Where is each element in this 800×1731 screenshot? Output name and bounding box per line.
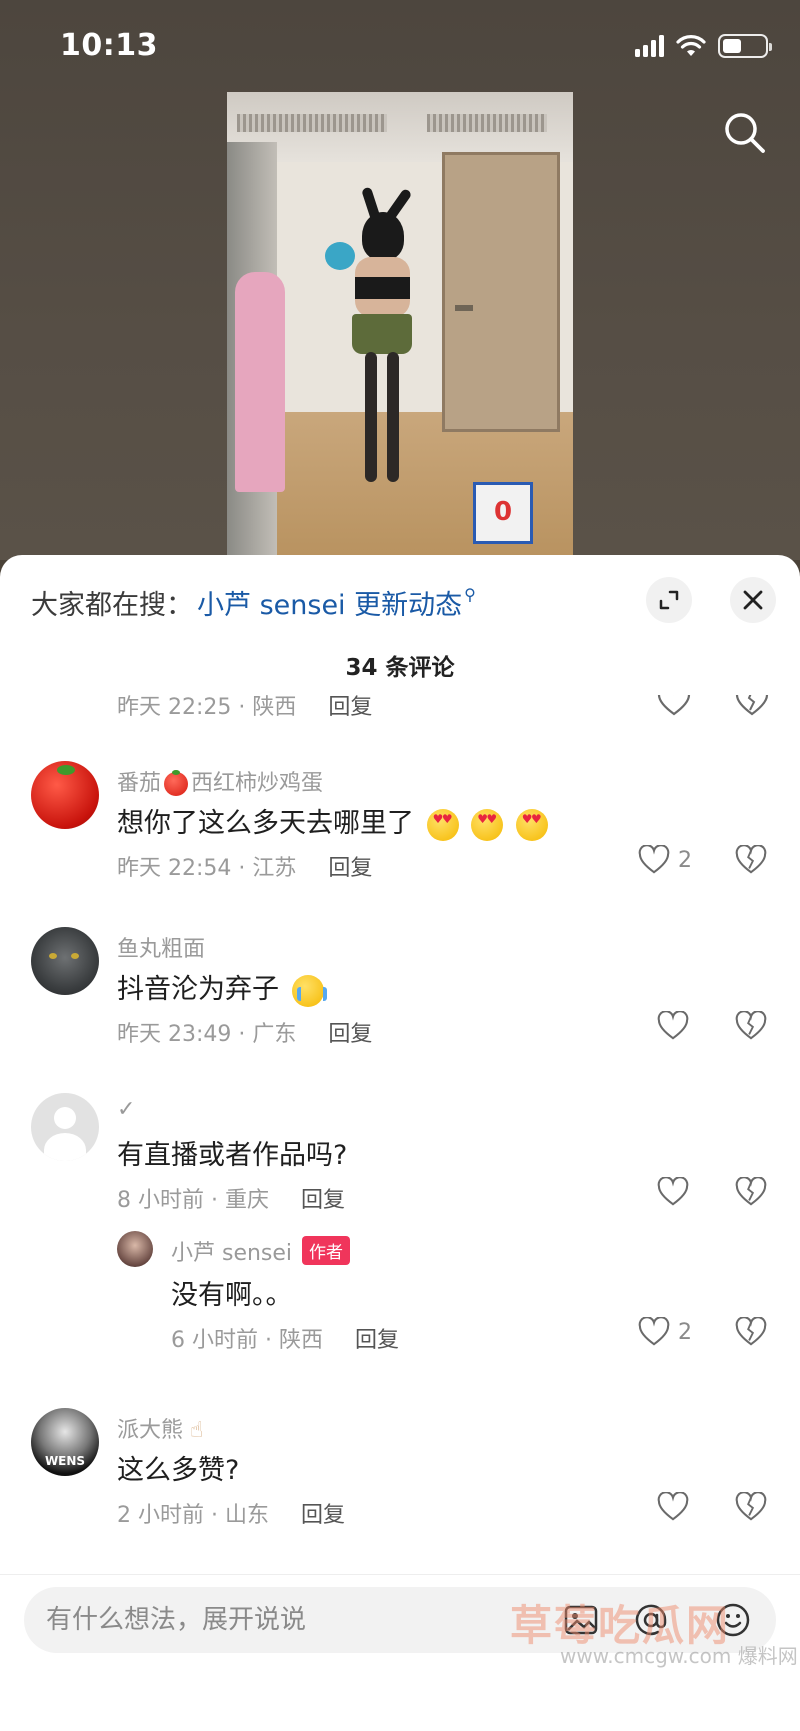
author-name: 小芦 sensei	[171, 1241, 293, 1266]
avatar[interactable]	[117, 1231, 153, 1267]
comment-item-partial: 昨天 22:25 · 陕西 回复	[0, 695, 800, 729]
crying-emoji-icon	[291, 974, 327, 1007]
comment-sheet: 大家都在搜： 小芦 sensei 更新动态 ⚲ 34 条评论 昨天 22:25 …	[0, 555, 800, 1731]
watermark-url: www.cmcgw.com 爆料网	[560, 1644, 798, 1668]
hand-emoji-icon: ☝	[190, 1418, 204, 1443]
comment-author[interactable]: ✓	[117, 1097, 135, 1122]
like-button[interactable]: 2	[638, 1317, 692, 1347]
close-icon	[743, 590, 763, 610]
video-frame[interactable]: 0	[227, 92, 573, 562]
avatar[interactable]	[31, 927, 99, 995]
author-name: 派大熊	[117, 1418, 184, 1443]
reply-button[interactable]: 回复	[301, 1497, 345, 1529]
comment-list[interactable]: 昨天 22:25 · 陕西 回复 番茄 西红柿炒鸡蛋 想你了这么多天去哪里了 ♥…	[0, 695, 800, 1575]
hot-search-prefix: 大家都在搜：	[31, 590, 193, 621]
like-button[interactable]: 2	[638, 845, 692, 875]
avatar-text: WENS	[44, 1454, 86, 1468]
comment-time: 6 小时前 · 陕西	[171, 1328, 323, 1353]
author-name-part: 番茄	[117, 771, 162, 796]
comment-text: 这么多赞?	[117, 1455, 240, 1486]
comment-item: ✓ 有直播或者作品吗? 8 小时前 · 重庆 回复	[0, 1067, 800, 1217]
avatar[interactable]: WENS	[31, 1408, 99, 1476]
reply-button[interactable]: 回复	[328, 1016, 372, 1048]
tomato-emoji-icon	[164, 770, 189, 796]
comment-text: 没有啊。。	[171, 1280, 293, 1311]
dislike-icon[interactable]	[735, 1492, 767, 1522]
heart-icon	[638, 845, 670, 874]
dislike-icon[interactable]	[735, 1177, 767, 1207]
heart-eyes-emoji-icon	[426, 808, 459, 841]
author-name-part: 西红柿炒鸡蛋	[191, 771, 324, 796]
dislike-icon[interactable]	[735, 695, 769, 717]
input-divider	[0, 1574, 800, 1575]
like-count: 2	[678, 847, 692, 873]
dislike-icon[interactable]	[735, 1317, 767, 1347]
comment-author[interactable]: 小芦 sensei 作者	[171, 1235, 351, 1267]
sheet-header: 大家都在搜： 小芦 sensei 更新动态 ⚲ 34 条评论	[0, 555, 800, 695]
comment-meta: 8 小时前 · 重庆 回复	[117, 1182, 345, 1214]
comment-meta: 6 小时前 · 陕西 回复	[171, 1322, 399, 1354]
comment-author[interactable]: 番茄 西红柿炒鸡蛋	[117, 765, 323, 797]
comment-meta: 2 小时前 · 山东 回复	[117, 1497, 345, 1529]
like-icon[interactable]	[657, 1492, 689, 1522]
comment-time: 昨天 23:49 · 广东	[117, 1022, 297, 1047]
comment-input[interactable]	[46, 1587, 546, 1653]
comment-text: 想你了这么多天去哪里了	[117, 801, 548, 841]
comment-time: 8 小时前 · 重庆	[117, 1188, 269, 1213]
like-icon[interactable]	[657, 1177, 689, 1207]
close-button[interactable]	[730, 577, 776, 623]
comment-item: 番茄 西红柿炒鸡蛋 想你了这么多天去哪里了 昨天 22:54 · 江苏 回复 2	[0, 735, 800, 885]
dislike-icon[interactable]	[735, 845, 767, 875]
heart-icon	[638, 1317, 670, 1346]
comment-text: 抖音沦为弃子	[117, 967, 327, 1007]
reply-button[interactable]: 回复	[328, 850, 372, 882]
like-icon[interactable]	[657, 1011, 689, 1041]
expand-button[interactable]	[646, 577, 692, 623]
comment-body: 想你了这么多天去哪里了	[117, 808, 414, 839]
wifi-icon	[676, 35, 706, 56]
default-avatar-icon[interactable]	[31, 1093, 99, 1161]
reply-button[interactable]: 回复	[328, 695, 372, 721]
heart-eyes-emoji-icon	[515, 808, 548, 841]
comment-time: 昨天 22:25 · 陕西	[117, 695, 297, 720]
reply-button[interactable]: 回复	[355, 1322, 399, 1354]
expand-icon	[659, 590, 679, 610]
dislike-icon[interactable]	[735, 1011, 767, 1041]
comment-body: 抖音沦为弃子	[117, 974, 279, 1005]
comment-meta: 昨天 22:54 · 江苏 回复	[117, 850, 372, 882]
comment-item: WENS 派大熊 ☝ 这么多赞? 2 小时前 · 山东 回复	[0, 1382, 800, 1542]
like-count: 2	[678, 1319, 692, 1345]
reply-button[interactable]: 回复	[301, 1182, 345, 1214]
heart-eyes-emoji-icon	[471, 808, 504, 841]
hot-search[interactable]: 大家都在搜： 小芦 sensei 更新动态 ⚲	[31, 583, 476, 622]
comment-item: 鱼丸粗面 抖音沦为弃子 昨天 23:49 · 广东 回复	[0, 901, 800, 1051]
status-time: 10:13	[60, 28, 158, 63]
status-bar: 10:13	[0, 0, 800, 95]
comment-meta: 昨天 23:49 · 广东 回复	[117, 1016, 372, 1048]
hot-search-link[interactable]: 小芦 sensei 更新动态	[197, 583, 462, 622]
video-background: 10:13 0	[0, 0, 800, 562]
author-badge: 作者	[302, 1236, 351, 1265]
like-icon[interactable]	[657, 695, 691, 717]
search-icon[interactable]	[720, 108, 770, 158]
mini-search-icon: ⚲	[464, 585, 476, 604]
comment-time: 2 小时前 · 山东	[117, 1503, 269, 1528]
comment-author[interactable]: 鱼丸粗面	[117, 931, 205, 963]
comment-text: 有直播或者作品吗?	[117, 1140, 348, 1171]
comment-author[interactable]: 派大熊 ☝	[117, 1412, 203, 1444]
cellular-signal-icon	[635, 35, 664, 57]
status-icons	[635, 34, 772, 58]
comment-meta: 昨天 22:25 · 陕西 回复	[117, 695, 372, 721]
avatar[interactable]	[31, 761, 99, 829]
reply-item: 小芦 sensei 作者 没有啊。。 6 小时前 · 陕西 回复 2	[0, 1217, 800, 1367]
comment-count: 34 条评论	[345, 655, 455, 681]
comment-time: 昨天 22:54 · 江苏	[117, 856, 297, 881]
battery-icon	[718, 34, 772, 58]
